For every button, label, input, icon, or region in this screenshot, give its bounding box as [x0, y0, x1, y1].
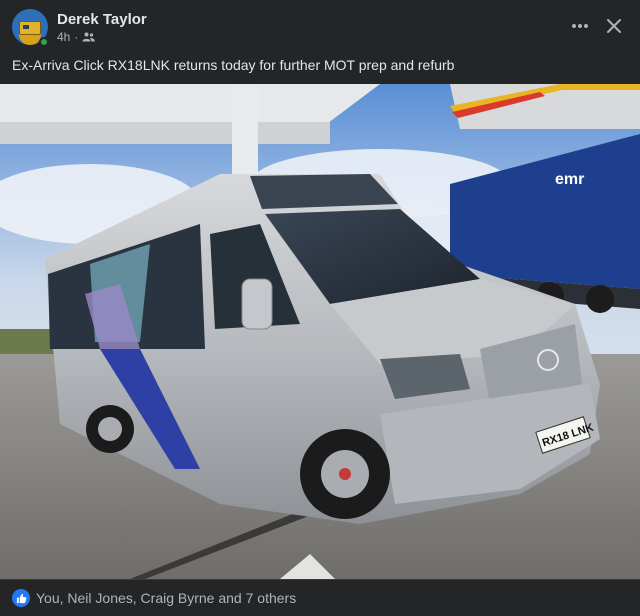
reactions-bar[interactable]: You, Neil Jones, Craig Byrne and 7 other… — [0, 579, 640, 616]
truck-avatar-image — [19, 21, 41, 35]
friends-icon — [82, 32, 96, 42]
reactions-text[interactable]: You, Neil Jones, Craig Byrne and 7 other… — [36, 590, 296, 606]
post-photo[interactable]: emr RX18 LNK — [0, 84, 640, 579]
meta-separator: · — [74, 30, 79, 44]
more-options-button[interactable] — [566, 14, 594, 38]
truck-wheel — [586, 285, 614, 313]
canopy-pillar — [232, 84, 258, 174]
post-caption: Ex-Arriva Click RX18LNK returns today fo… — [12, 57, 455, 73]
front-wheel-nut — [339, 468, 351, 480]
close-button[interactable] — [600, 12, 628, 40]
truck-brand: emr — [555, 171, 584, 188]
author-name[interactable]: Derek Taylor — [57, 11, 147, 28]
post-timestamp[interactable]: 4h — [57, 30, 70, 44]
rear-wheel-hub — [98, 417, 122, 441]
close-icon — [607, 19, 621, 33]
like-icon — [12, 589, 30, 607]
facebook-post: Derek Taylor 4h · Ex-Arriva Click RX18LN… — [0, 0, 640, 616]
post-meta: 4h · — [57, 30, 96, 44]
wing-mirror — [241, 278, 273, 330]
more-horizontal-icon — [572, 24, 588, 28]
canopy-left-edge — [0, 122, 330, 144]
post-header: Derek Taylor 4h · — [0, 0, 640, 52]
online-status-dot — [39, 37, 49, 47]
